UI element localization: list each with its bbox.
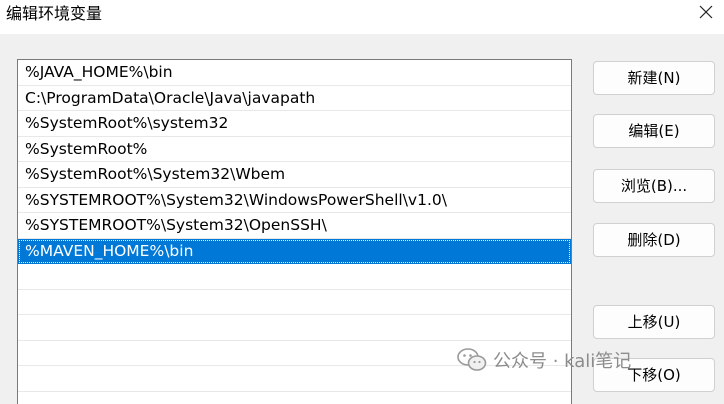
list-item[interactable]: %SystemRoot%\system32 (18, 111, 571, 137)
close-icon[interactable] (698, 4, 714, 20)
title-bar: 编辑环境变量 (0, 0, 724, 34)
empty-row[interactable] (18, 315, 571, 341)
empty-row[interactable] (18, 341, 571, 367)
list-item-label: %SystemRoot% (25, 140, 147, 158)
list-item[interactable]: %SystemRoot% (18, 137, 571, 163)
list-item-selected[interactable]: %MAVEN_HOME%\bin (18, 239, 571, 265)
list-item[interactable]: %SYSTEMROOT%\System32\OpenSSH\ (18, 213, 571, 239)
move-up-button[interactable]: 上移(U) (593, 305, 715, 339)
close-button[interactable] (694, 0, 718, 24)
list-item-label: %MAVEN_HOME%\bin (25, 242, 193, 260)
edit-button[interactable]: 编辑(E) (593, 114, 715, 148)
list-item[interactable]: %SYSTEMROOT%\System32\WindowsPowerShell\… (18, 188, 571, 214)
empty-row[interactable] (18, 366, 571, 392)
list-item-label: %SYSTEMROOT%\System32\OpenSSH\ (25, 216, 327, 234)
new-button[interactable]: 新建(N) (593, 61, 715, 95)
list-item-label: C:\ProgramData\Oracle\Java\javapath (25, 89, 315, 107)
empty-row[interactable] (18, 392, 571, 404)
list-item-label: %SYSTEMROOT%\System32\WindowsPowerShell\… (25, 191, 447, 209)
empty-row[interactable] (18, 290, 571, 316)
list-item-label: %SystemRoot%\System32\Wbem (25, 165, 285, 183)
list-item[interactable]: %JAVA_HOME%\bin (18, 60, 571, 86)
list-item-label: %SystemRoot%\system32 (25, 114, 228, 132)
delete-button[interactable]: 删除(D) (593, 223, 715, 257)
list-item[interactable]: %SystemRoot%\System32\Wbem (18, 162, 571, 188)
empty-row[interactable] (18, 264, 571, 290)
path-list[interactable]: %JAVA_HOME%\bin C:\ProgramData\Oracle\Ja… (17, 59, 572, 404)
list-item[interactable]: C:\ProgramData\Oracle\Java\javapath (18, 86, 571, 112)
move-down-button[interactable]: 下移(O) (593, 358, 715, 392)
browse-button[interactable]: 浏览(B)... (593, 169, 715, 203)
list-item-label: %JAVA_HOME%\bin (25, 63, 173, 81)
dialog-title: 编辑环境变量 (6, 3, 102, 25)
